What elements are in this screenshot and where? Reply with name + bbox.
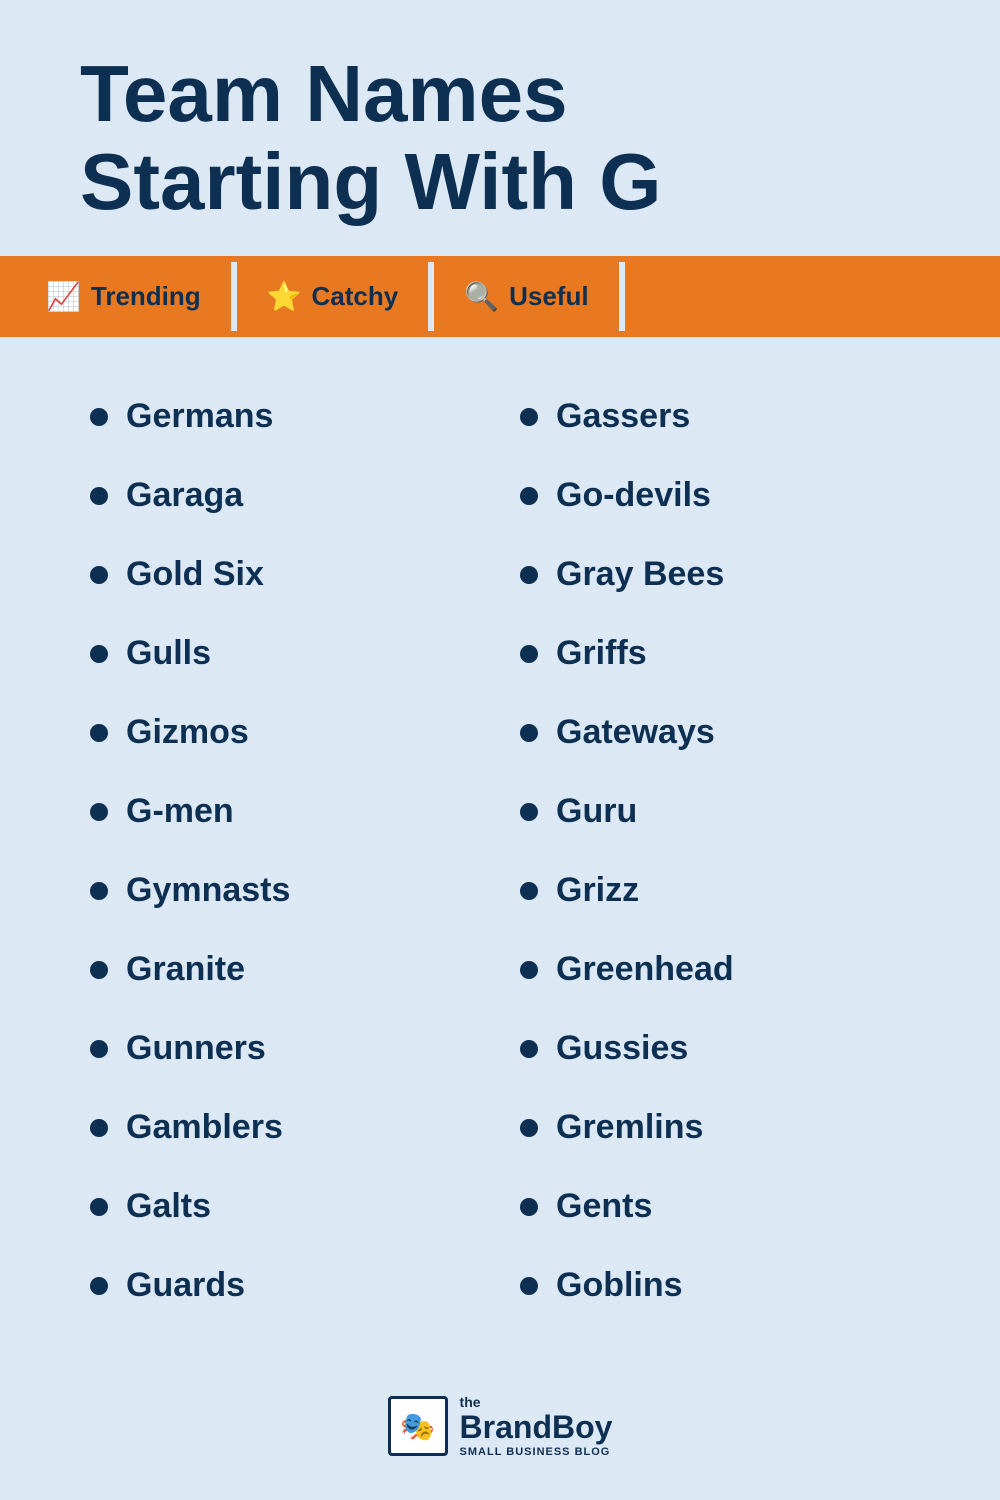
item-text: Gussies — [556, 1029, 688, 1068]
item-text: Gassers — [556, 397, 690, 436]
item-text: Gamblers — [126, 1108, 283, 1147]
item-text: Galts — [126, 1187, 211, 1226]
footer-text: the BrandBoy SMALL BUSINESS BLOG — [460, 1395, 613, 1458]
bullet — [520, 1040, 538, 1058]
footer: 🎭 the BrandBoy SMALL BUSINESS BLOG — [0, 1365, 1000, 1498]
list-item: Gremlins — [510, 1088, 940, 1167]
list-item: Gussies — [510, 1009, 940, 1088]
item-text: Greenhead — [556, 950, 734, 989]
bullet — [90, 961, 108, 979]
item-text: Griffs — [556, 634, 647, 673]
list-item: Granite — [80, 930, 510, 1009]
list-item: Gamblers — [80, 1088, 510, 1167]
list-item: G-men — [80, 772, 510, 851]
item-text: Gymnasts — [126, 871, 290, 910]
list-item: Guards — [80, 1246, 510, 1325]
bullet — [90, 566, 108, 584]
item-text: Goblins — [556, 1266, 683, 1305]
item-text: G-men — [126, 792, 234, 831]
bullet — [90, 1198, 108, 1216]
list-item: Greenhead — [510, 930, 940, 1009]
tab-useful-label: Useful — [509, 281, 588, 312]
list-item: Gold Six — [80, 535, 510, 614]
bullet — [90, 1119, 108, 1137]
item-text: Gents — [556, 1187, 652, 1226]
bullet — [520, 1198, 538, 1216]
tabs-bar: 📈 Trending ⭐ Catchy 🔍 Useful — [0, 256, 1000, 337]
footer-logo: 🎭 — [388, 1396, 448, 1456]
bullet — [90, 803, 108, 821]
list-item: Germans — [80, 377, 510, 456]
list-item: Grizz — [510, 851, 940, 930]
item-text: Garaga — [126, 476, 243, 515]
tab-accent-left — [0, 262, 16, 331]
bullet — [520, 645, 538, 663]
bullet — [520, 1277, 538, 1295]
bullet — [90, 1277, 108, 1295]
bullet — [90, 882, 108, 900]
list-column-right: Gassers Go-devils Gray Bees Griffs Gatew… — [510, 377, 940, 1325]
list-item: Gassers — [510, 377, 940, 456]
footer-sub-label: SMALL BUSINESS BLOG — [460, 1446, 613, 1458]
page-wrapper: Team Names Starting With G 📈 Trending ⭐ … — [0, 0, 1000, 1500]
bullet — [90, 487, 108, 505]
bullet — [520, 882, 538, 900]
tab-accent-right — [625, 262, 1000, 331]
list-column-left: Germans Garaga Gold Six Gulls Gizmos G-m… — [80, 377, 510, 1325]
list-item: Gunners — [80, 1009, 510, 1088]
item-text: Gray Bees — [556, 555, 724, 594]
bullet — [90, 408, 108, 426]
list-item: Gymnasts — [80, 851, 510, 930]
tab-trending-label: Trending — [91, 281, 201, 312]
list-item: Gateways — [510, 693, 940, 772]
item-text: Gremlins — [556, 1108, 703, 1147]
tab-trending[interactable]: 📈 Trending — [16, 262, 231, 331]
list-item: Gray Bees — [510, 535, 940, 614]
useful-icon: 🔍 — [464, 280, 499, 313]
bullet — [520, 724, 538, 742]
bullet — [520, 566, 538, 584]
bullet — [90, 724, 108, 742]
list-item: Galts — [80, 1167, 510, 1246]
item-text: Gateways — [556, 713, 715, 752]
item-text: Go-devils — [556, 476, 711, 515]
list-item: Gents — [510, 1167, 940, 1246]
bullet — [520, 408, 538, 426]
item-text: Grizz — [556, 871, 639, 910]
bullet — [520, 1119, 538, 1137]
page-title: Team Names Starting With G — [80, 50, 920, 226]
list-item: Gulls — [80, 614, 510, 693]
footer-brand-name: BrandBoy — [460, 1410, 613, 1445]
item-text: Germans — [126, 397, 273, 436]
bullet — [90, 645, 108, 663]
tab-catchy[interactable]: ⭐ Catchy — [237, 262, 429, 331]
bullet — [520, 803, 538, 821]
header: Team Names Starting With G — [0, 0, 1000, 256]
list-item: Guru — [510, 772, 940, 851]
trending-icon: 📈 — [46, 280, 81, 313]
item-text: Granite — [126, 950, 245, 989]
tab-catchy-label: Catchy — [312, 281, 399, 312]
list-section: Germans Garaga Gold Six Gulls Gizmos G-m… — [0, 337, 1000, 1365]
footer-the-label: the — [460, 1395, 613, 1410]
tab-useful[interactable]: 🔍 Useful — [434, 262, 618, 331]
item-text: Gold Six — [126, 555, 264, 594]
item-text: Gunners — [126, 1029, 266, 1068]
item-text: Guards — [126, 1266, 245, 1305]
list-item: Garaga — [80, 456, 510, 535]
list-item: Gizmos — [80, 693, 510, 772]
item-text: Guru — [556, 792, 637, 831]
list-item: Griffs — [510, 614, 940, 693]
list-item: Go-devils — [510, 456, 940, 535]
bullet — [520, 487, 538, 505]
list-item: Goblins — [510, 1246, 940, 1325]
catchy-icon: ⭐ — [267, 280, 302, 313]
item-text: Gulls — [126, 634, 211, 673]
item-text: Gizmos — [126, 713, 249, 752]
bullet — [90, 1040, 108, 1058]
bullet — [520, 961, 538, 979]
